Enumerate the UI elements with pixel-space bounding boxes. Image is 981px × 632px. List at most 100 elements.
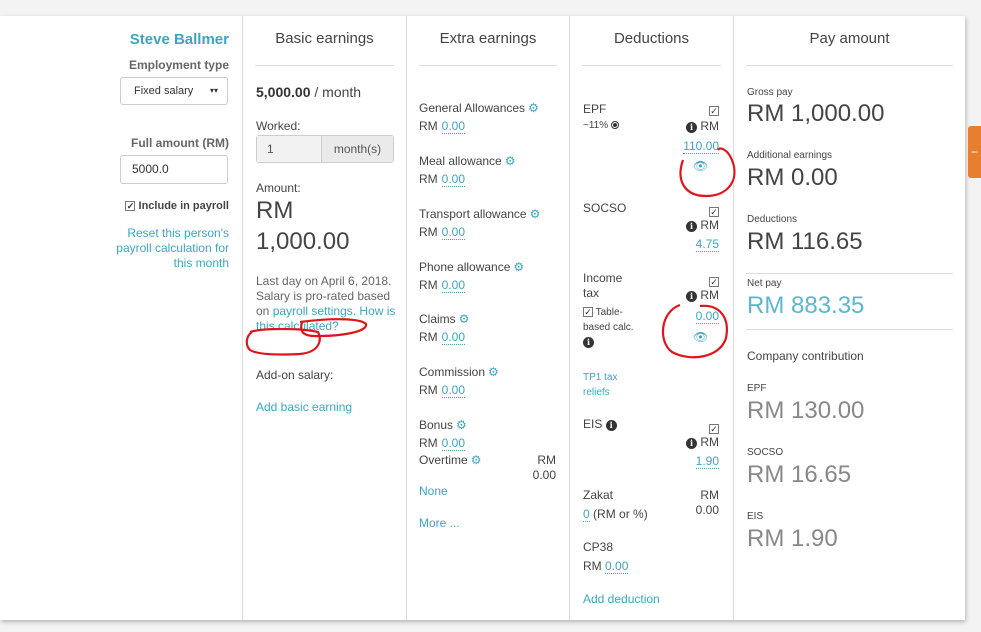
basic-earnings-title: Basic earnings: [255, 30, 394, 66]
eis-label-row: EIS i: [583, 417, 617, 431]
cp38-label: CP38: [583, 540, 614, 554]
zakat-input[interactable]: 0: [583, 507, 590, 522]
worked-input-group[interactable]: 1 month(s): [256, 135, 394, 163]
checkbox-icon[interactable]: ✓: [125, 201, 136, 211]
basic-rate-unit: / month: [314, 84, 362, 100]
info-icon[interactable]: i: [685, 438, 697, 449]
amount-label: Amount:: [256, 181, 301, 195]
employment-type-select[interactable]: Fixed salary ▾▾: [120, 77, 228, 105]
more-earnings-link[interactable]: More ...: [419, 516, 460, 530]
divider: [746, 273, 953, 274]
company-epf-value: RM 130.00: [747, 397, 865, 424]
overtime-value: 0.00: [532, 468, 556, 482]
info-icon[interactable]: i: [685, 221, 697, 232]
worked-label: Worked:: [256, 119, 301, 133]
deductions-title: Deductions: [582, 30, 721, 66]
extra-earning-value[interactable]: 0.00: [441, 278, 466, 293]
table-calc-checkbox-icon[interactable]: ✓: [583, 307, 593, 317]
overtime-amount: RM 0.00: [533, 453, 556, 483]
company-epf-label: EPF: [747, 383, 767, 394]
cp38-value[interactable]: 0.00: [605, 559, 629, 574]
income-tax-currency: RM: [700, 288, 719, 302]
extra-earning-value[interactable]: 0.00: [441, 330, 466, 345]
epf-value[interactable]: 110.00: [683, 139, 719, 154]
extra-earning-value[interactable]: 0.00: [441, 383, 466, 398]
extra-earning-value[interactable]: 0.00: [441, 172, 466, 187]
extra-earning-currency: RM: [419, 383, 438, 397]
deductions-total-value: RM 116.65: [747, 228, 863, 255]
info-icon[interactable]: i: [685, 122, 697, 133]
gross-pay-label: Gross pay: [747, 87, 793, 98]
gear-icon[interactable]: ⚙: [471, 453, 482, 467]
income-tax-currency-row: i RM: [685, 288, 719, 302]
info-icon[interactable]: i: [605, 420, 617, 431]
income-tax-checkbox-icon[interactable]: ✓: [709, 277, 719, 287]
extra-earning-currency: RM: [419, 278, 438, 292]
basic-earnings-column: Basic earnings 5,000.00 / month Worked: …: [242, 16, 406, 620]
income-tax-label-2: tax: [583, 286, 600, 300]
pay-amount-column: Pay amount Gross pay RM 1,000.00 Additio…: [733, 16, 965, 620]
extra-earning-item: Claims ⚙ RM 0.00: [419, 310, 469, 346]
socso-checkbox-icon[interactable]: ✓: [709, 207, 719, 217]
income-tax-value[interactable]: 0.00: [695, 309, 719, 324]
extra-earning-value[interactable]: 0.00: [441, 225, 466, 240]
eis-value[interactable]: 1.90: [695, 454, 719, 469]
epf-rate: ~11%: [583, 120, 609, 131]
info-icon[interactable]: i: [583, 337, 594, 348]
person-column: Steve Ballmer Employment type Fixed sala…: [0, 16, 242, 620]
gear-icon[interactable]: ⚙: [459, 310, 470, 328]
eis-currency: RM: [700, 435, 719, 449]
extra-earning-label: Transport allowance: [419, 207, 527, 221]
additional-earnings-value: RM 0.00: [747, 164, 838, 191]
income-tax-eye-icon[interactable]: 👁: [693, 330, 708, 344]
side-tab-button[interactable]: −: [968, 126, 981, 178]
employee-name[interactable]: Steve Ballmer: [130, 31, 229, 48]
socso-value[interactable]: 4.75: [695, 237, 719, 252]
epf-checkbox-icon[interactable]: ✓: [709, 106, 719, 116]
socso-label: SOCSO: [583, 201, 627, 215]
add-basic-earning-link[interactable]: Add basic earning: [256, 400, 352, 414]
full-amount-label: Full amount (RM): [131, 136, 229, 150]
gear-icon[interactable]: ⚙: [456, 416, 467, 434]
tp1-reliefs-link[interactable]: TP1 tax reliefs: [583, 370, 617, 400]
extra-earning-value[interactable]: 0.00: [441, 119, 466, 134]
eis-checkbox-icon[interactable]: ✓: [709, 424, 719, 434]
extra-earning-item: General Allowances ⚙ RM 0.00: [419, 99, 539, 135]
pay-amount-title: Pay amount: [746, 30, 953, 66]
zakat-hint: (RM or %): [593, 507, 648, 521]
radio-icon[interactable]: [610, 121, 619, 130]
net-pay-value: RM 883.35: [747, 292, 865, 319]
dropdown-arrow-icon: ▾▾: [209, 86, 218, 95]
gear-icon[interactable]: ⚙: [530, 205, 541, 223]
gear-icon[interactable]: ⚙: [488, 363, 499, 381]
reset-payroll-link[interactable]: Reset this person's payroll calculation …: [114, 226, 229, 271]
income-tax-label-1: Income: [583, 271, 623, 285]
worked-unit: month(s): [321, 136, 393, 162]
add-deduction-link[interactable]: Add deduction: [583, 592, 660, 606]
full-amount-input[interactable]: 5000.0: [120, 155, 228, 184]
include-payroll-label: Include in payroll: [138, 200, 229, 212]
worked-input[interactable]: 1: [257, 136, 321, 162]
eis-label: EIS: [583, 417, 603, 431]
info-icon[interactable]: i: [685, 291, 697, 302]
table-calc-row[interactable]: ✓ Table- based calc. i: [583, 305, 634, 350]
epf-rate-row[interactable]: ~11%: [583, 120, 619, 131]
extra-earning-value[interactable]: 0.00: [441, 436, 466, 451]
tp1-link-2: reliefs: [583, 387, 610, 398]
employment-type-label: Employment type: [128, 58, 229, 72]
overtime-none-link[interactable]: None: [419, 484, 448, 498]
gear-icon[interactable]: ⚙: [505, 152, 516, 170]
amount-currency: RM: [256, 197, 294, 224]
additional-earnings-label: Additional earnings: [747, 150, 833, 161]
deductions-total-label: Deductions: [747, 214, 798, 225]
epf-eye-icon[interactable]: 👁: [693, 159, 708, 173]
tp1-link-1: TP1 tax: [583, 372, 618, 383]
gear-icon[interactable]: ⚙: [513, 258, 524, 276]
table-calc-label-2: based calc.: [583, 322, 634, 333]
gear-icon[interactable]: ⚙: [528, 99, 539, 117]
include-payroll-row[interactable]: ✓ Include in payroll: [125, 200, 229, 212]
divider: [746, 329, 953, 330]
payroll-settings-link[interactable]: payroll settings.: [273, 304, 356, 318]
zakat-label: Zakat: [583, 488, 614, 502]
overtime-currency: RM: [537, 453, 556, 467]
